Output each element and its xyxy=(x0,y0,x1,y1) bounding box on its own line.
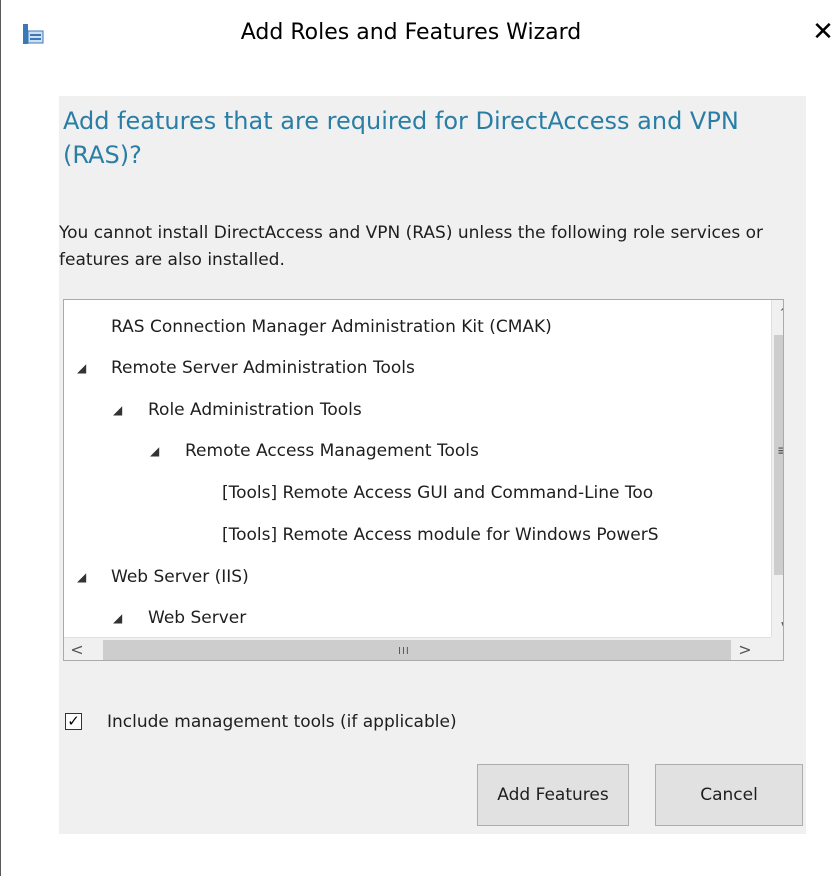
include-tools-label: Include management tools (if applicable) xyxy=(107,712,457,732)
tree-item[interactable]: RAS Connection Manager Administration Ki… xyxy=(111,314,552,340)
checkmark-icon: ✓ xyxy=(67,712,80,730)
tree-item[interactable]: Web Server xyxy=(148,605,246,631)
tree-item-label: RAS Connection Manager Administration Ki… xyxy=(111,317,552,337)
tree-item-label: Remote Server Administration Tools xyxy=(111,358,415,378)
expand-arrow-icon[interactable]: ◢ xyxy=(113,605,122,631)
expand-arrow-icon[interactable]: ◢ xyxy=(113,397,122,423)
horizontal-scroll-thumb[interactable]: III xyxy=(103,640,731,660)
tree-item[interactable]: Role Administration Tools xyxy=(148,397,362,423)
tree-item-label: [Tools] Remote Access module for Windows… xyxy=(222,525,659,545)
cancel-button[interactable]: Cancel xyxy=(655,764,803,826)
dialog-description: You cannot install DirectAccess and VPN … xyxy=(59,223,764,270)
server-manager-icon xyxy=(23,24,44,44)
expand-arrow-icon[interactable]: ◢ xyxy=(77,355,86,381)
tree-item[interactable]: Remote Access Management Tools xyxy=(185,438,479,464)
required-features-list[interactable]: RAS Connection Manager Administration Ki… xyxy=(63,299,784,661)
vertical-scroll-thumb[interactable]: ≡ xyxy=(774,335,783,575)
dialog-content: Add features that are required for Direc… xyxy=(59,96,806,834)
scroll-down-icon[interactable]: v xyxy=(772,613,783,639)
close-button[interactable]: ✕ xyxy=(807,14,838,50)
tree-item-label: Role Administration Tools xyxy=(148,400,362,420)
window-title: Add Roles and Features Wizard xyxy=(240,20,582,45)
grip-icon: ≡ xyxy=(777,443,783,459)
tree-item[interactable]: Web Server (IIS) xyxy=(111,564,249,590)
include-tools-checkbox[interactable]: ✓ xyxy=(65,713,82,730)
dialog-heading: Add features that are required for Direc… xyxy=(63,107,739,169)
tree-item-label: [Tools] Remote Access GUI and Command-Li… xyxy=(222,483,654,503)
expand-arrow-icon[interactable]: ◢ xyxy=(150,438,159,464)
scroll-left-icon[interactable]: < xyxy=(64,638,90,660)
horizontal-scrollbar[interactable]: < III > xyxy=(64,637,771,660)
wizard-window: Add Roles and Features Wizard ✕ Add feat… xyxy=(0,0,838,876)
close-icon: ✕ xyxy=(812,17,834,47)
expand-arrow-icon[interactable]: ◢ xyxy=(77,564,86,590)
tree-item[interactable]: [Tools] Remote Access module for Windows… xyxy=(222,522,659,548)
add-features-button[interactable]: Add Features xyxy=(477,764,629,826)
tree-item-label: Web Server (IIS) xyxy=(111,567,249,587)
tree-item[interactable]: Remote Server Administration Tools xyxy=(111,355,415,381)
tree-item-label: Remote Access Management Tools xyxy=(185,441,479,461)
scrollbar-corner xyxy=(771,637,783,660)
scroll-right-icon[interactable]: > xyxy=(732,638,758,660)
scroll-up-icon[interactable]: ^ xyxy=(772,300,783,326)
tree-item-label: Web Server xyxy=(148,608,247,628)
grip-icon: III xyxy=(398,646,410,657)
title-bar: Add Roles and Features Wizard ✕ xyxy=(1,0,838,72)
vertical-scrollbar[interactable]: ^ ≡ v xyxy=(771,300,783,639)
tree-item[interactable]: [Tools] Remote Access GUI and Command-Li… xyxy=(222,480,653,506)
